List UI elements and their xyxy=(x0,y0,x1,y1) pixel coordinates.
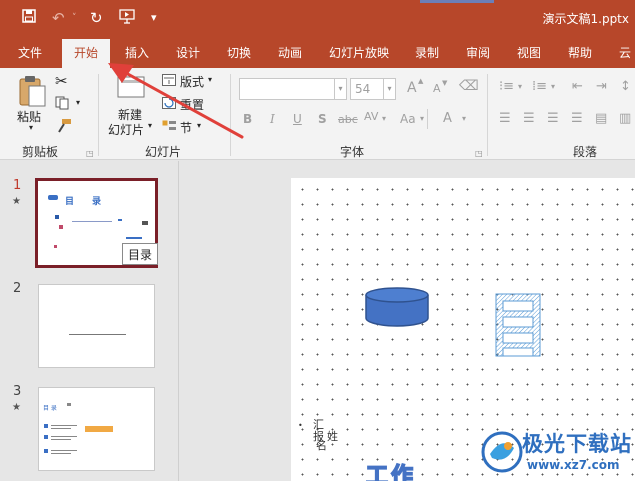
ribbon: 粘贴 ▾ ✂ ▾ 剪贴板 ◳ 新建 幻灯片 ▾ 版式 ▾ 重置 节 ▾ 幻灯片 … xyxy=(0,68,635,160)
font-size-dropdown-icon[interactable]: ▾ xyxy=(383,79,395,99)
slide-number-3: 3 xyxy=(13,384,22,399)
animation-star-icon: ★ xyxy=(12,196,21,207)
thumbnail-tooltip: 目录 xyxy=(122,243,159,265)
font-launcher-icon[interactable]: ◳ xyxy=(475,149,483,158)
tab-slideshow[interactable]: 幻灯片放映 xyxy=(329,44,389,61)
slides-group-label: 幻灯片 xyxy=(145,145,182,159)
tab-file[interactable]: 文件 xyxy=(18,44,42,61)
change-case-dropdown-icon[interactable]: ▾ xyxy=(420,114,424,123)
slide-number-2: 2 xyxy=(13,281,22,296)
tab-help[interactable]: 帮助 xyxy=(568,44,592,61)
divider xyxy=(98,74,99,156)
increase-indent-icon[interactable]: ⇥ xyxy=(596,79,607,94)
slide-thumbnail-2[interactable] xyxy=(38,284,155,368)
tab-view[interactable]: 视图 xyxy=(517,44,541,61)
clipboard-launcher-icon[interactable]: ◳ xyxy=(86,149,94,158)
slide-1-title: 目 录 xyxy=(65,197,102,207)
bullet-point: • xyxy=(298,421,303,430)
shelf-shape[interactable] xyxy=(495,293,541,357)
watermark-name: 极光下载站 xyxy=(522,432,632,456)
slide-thumbnail-3[interactable]: 目 录 xyxy=(38,387,155,471)
watermark-url: www.xz7.com xyxy=(527,458,620,472)
tab-record[interactable]: 录制 xyxy=(415,44,439,61)
slide-3-title: 目 录 xyxy=(43,405,57,412)
slide-2-line xyxy=(69,334,126,335)
font-size-combo[interactable]: 54 ▾ xyxy=(350,78,396,100)
line-spacing-icon[interactable]: ↕ xyxy=(620,79,631,94)
undo-dropdown-icon[interactable]: ˅ xyxy=(72,9,77,27)
paragraph-group-label: 段落 xyxy=(573,145,598,159)
customize-icon[interactable]: ▾ xyxy=(151,9,157,27)
document-title: 演示文稿1.pptx xyxy=(542,12,630,26)
font-name-dropdown-icon[interactable]: ▾ xyxy=(334,79,346,99)
bullets-icon[interactable]: ⁝≡ xyxy=(499,79,514,94)
undo-icon[interactable]: ↶ xyxy=(52,9,65,27)
font-name-combo[interactable]: ▾ xyxy=(239,78,347,100)
underline-button[interactable]: U xyxy=(293,112,302,126)
shadow-button[interactable]: S xyxy=(318,112,327,126)
font-color-icon[interactable]: A xyxy=(443,111,452,126)
clipboard-group-label: 剪贴板 xyxy=(22,145,59,159)
change-case-button[interactable]: Aa xyxy=(400,112,416,126)
decrease-indent-icon[interactable]: ⇤ xyxy=(572,79,583,94)
justify-icon[interactable]: ☰ xyxy=(571,111,583,126)
cut-icon[interactable]: ✂ xyxy=(55,72,68,90)
slide-number-1: 1 xyxy=(13,178,22,193)
slide-text-3[interactable]: 名 xyxy=(316,437,327,453)
font-size-value: 54 xyxy=(355,82,371,96)
copy-dropdown-icon[interactable]: ▾ xyxy=(76,98,80,107)
distributed-icon[interactable]: ▤ xyxy=(595,111,607,126)
align-left-icon[interactable]: ☰ xyxy=(499,111,511,126)
character-spacing-dropdown-icon[interactable]: ▾ xyxy=(382,114,386,123)
slide-3-preview xyxy=(44,403,113,454)
paste-dropdown-icon[interactable]: ▾ xyxy=(29,123,33,132)
strikethrough-button[interactable]: abc xyxy=(338,113,358,126)
slideshow-icon[interactable] xyxy=(119,9,135,28)
font-color-dropdown-icon[interactable]: ▾ xyxy=(462,114,466,123)
italic-button[interactable]: I xyxy=(270,112,275,126)
redo-icon[interactable]: ↻ xyxy=(90,9,103,27)
bullets-dropdown-icon[interactable]: ▾ xyxy=(518,82,522,91)
character-spacing-icon[interactable]: AV xyxy=(364,110,378,123)
divider xyxy=(487,74,488,156)
numbering-icon[interactable]: ⁞≡ xyxy=(532,79,547,94)
format-painter-icon[interactable] xyxy=(56,118,72,137)
window-strip xyxy=(420,0,494,3)
numbering-dropdown-icon[interactable]: ▾ xyxy=(551,82,555,91)
grow-font-icon: ▲ xyxy=(418,77,424,85)
font-group-label: 字体 xyxy=(340,145,365,159)
columns-icon[interactable]: ▥ xyxy=(619,111,631,126)
shrink-font-button[interactable]: A xyxy=(433,82,441,95)
copy-icon[interactable] xyxy=(55,96,71,113)
grow-font-button[interactable]: A xyxy=(407,80,417,96)
clear-formatting-icon[interactable]: ⌫ xyxy=(459,78,479,94)
divider xyxy=(427,109,428,129)
tab-animations[interactable]: 动画 xyxy=(278,44,302,61)
slide-text-2[interactable]: 姓 xyxy=(327,428,338,444)
shrink-font-icon: ▼ xyxy=(442,79,448,87)
ribbon-tabs: 文件 开始 插入 设计 切换 动画 幻灯片放映 录制 审阅 视图 帮助 云 xyxy=(0,36,635,68)
slide-bottom-text[interactable]: 工作 xyxy=(365,458,416,481)
animation-star-icon: ★ xyxy=(12,402,21,413)
tab-cloud[interactable]: 云 xyxy=(619,44,631,61)
align-right-icon[interactable]: ☰ xyxy=(547,111,559,126)
paste-icon[interactable] xyxy=(17,74,47,111)
align-center-icon[interactable]: ☰ xyxy=(523,111,535,126)
annotation-arrow xyxy=(108,63,244,139)
title-bar: ↶ ˅ ↻ ▾ 演示文稿1.pptx xyxy=(0,0,635,36)
save-icon[interactable] xyxy=(22,9,36,27)
tab-review[interactable]: 审阅 xyxy=(466,44,490,61)
cylinder-shape[interactable] xyxy=(364,286,432,328)
